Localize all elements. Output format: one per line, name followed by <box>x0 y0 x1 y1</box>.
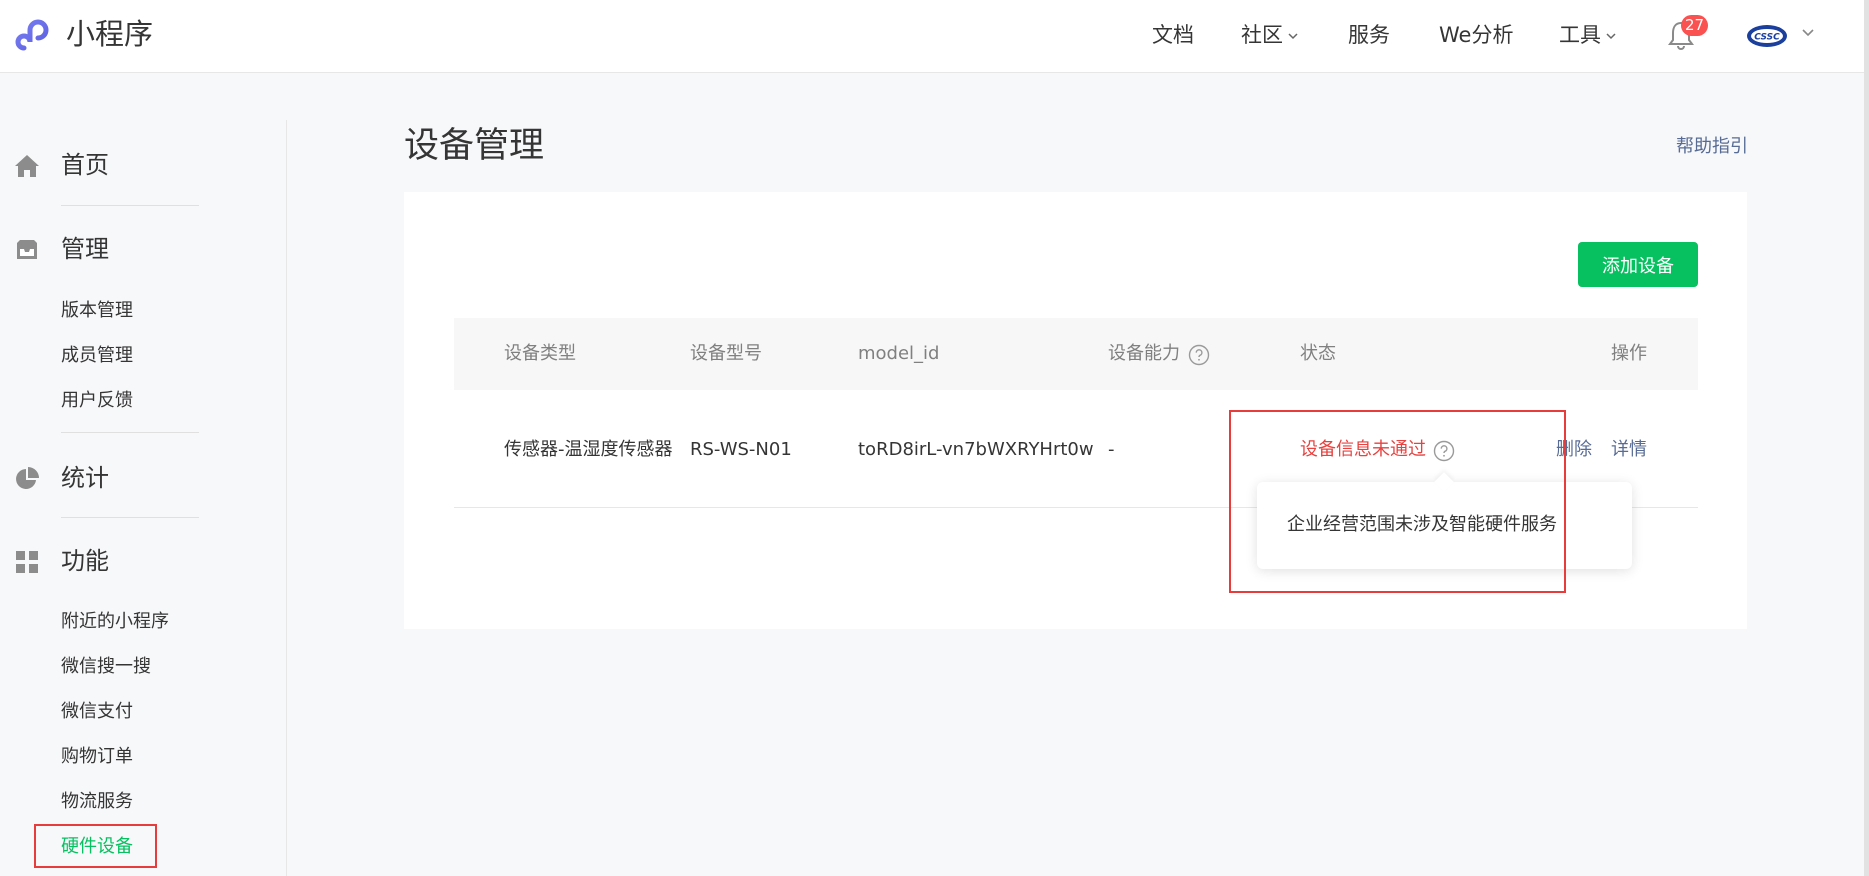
nav-tools[interactable]: 工具 <box>1559 20 1618 50</box>
details-link[interactable]: 详情 <box>1611 437 1647 463</box>
column-header-model-id: model_id <box>858 343 940 364</box>
page-scrollbar[interactable] <box>1864 0 1869 876</box>
nav-community[interactable]: 社区 <box>1241 20 1300 50</box>
cell-model-id: toRD8irL-vn7bWXRYHrt0w <box>858 439 1094 460</box>
chevron-down-icon <box>1288 33 1298 40</box>
sidebar-section-label: 管理 <box>61 235 109 263</box>
cell-device-type: 传感器-温湿度传感器 <box>504 439 673 460</box>
avatar-text: CSSC <box>1754 33 1780 43</box>
sidebar-item-version-management[interactable]: 版本管理 <box>61 298 133 324</box>
sidebar-item-wechat-pay[interactable]: 微信支付 <box>61 699 133 725</box>
column-header-model: 设备型号 <box>690 343 762 364</box>
column-header-capability: 设备能力 <box>1108 343 1180 364</box>
nav-tools-label: 工具 <box>1559 23 1601 47</box>
table-header <box>454 318 1698 390</box>
annotation-highlight-status <box>1229 410 1566 593</box>
annotation-highlight-sidebar <box>34 824 157 868</box>
sidebar-section-label: 首页 <box>61 151 109 179</box>
cell-device-model: RS-WS-N01 <box>690 439 792 460</box>
sidebar-item-wechat-search[interactable]: 微信搜一搜 <box>61 654 151 680</box>
sidebar-divider <box>286 120 287 876</box>
account-avatar[interactable]: CSSC <box>1746 24 1788 48</box>
help-guide-link[interactable]: 帮助指引 <box>1676 134 1748 160</box>
sidebar-divider-line <box>61 205 199 206</box>
sidebar-section-label: 统计 <box>61 464 109 492</box>
sidebar-item-user-feedback[interactable]: 用户反馈 <box>61 388 133 414</box>
sidebar-item-shopping-orders[interactable]: 购物订单 <box>61 744 133 770</box>
miniprogram-logo-icon[interactable] <box>14 14 54 54</box>
home-icon <box>15 155 39 177</box>
add-device-button[interactable]: 添加设备 <box>1578 242 1698 287</box>
sidebar-divider-line <box>61 432 199 433</box>
column-header-actions: 操作 <box>1611 343 1647 364</box>
notification-badge: 27 <box>1681 15 1709 36</box>
sidebar-item-logistics[interactable]: 物流服务 <box>61 789 133 815</box>
nav-we-analytics[interactable]: We分析 <box>1439 20 1513 50</box>
capability-help-icon[interactable] <box>1188 344 1210 366</box>
sidebar-divider-line <box>61 517 199 518</box>
sidebar-section-label: 功能 <box>61 547 109 575</box>
nav-services[interactable]: 服务 <box>1348 20 1390 50</box>
brand-title[interactable]: 小程序 <box>66 14 153 54</box>
pie-chart-icon <box>16 467 39 489</box>
nav-community-label: 社区 <box>1241 23 1283 47</box>
column-header-type: 设备类型 <box>504 343 576 364</box>
chevron-down-icon <box>1606 33 1616 40</box>
column-header-status: 状态 <box>1300 343 1336 364</box>
sidebar-item-member-management[interactable]: 成员管理 <box>61 343 133 369</box>
sidebar-item-nearby-miniprograms[interactable]: 附近的小程序 <box>61 609 169 635</box>
sidebar <box>0 72 286 876</box>
page-title: 设备管理 <box>404 126 545 166</box>
grid-icon <box>16 551 38 573</box>
cell-capability: - <box>1108 439 1115 460</box>
inbox-icon <box>17 240 37 259</box>
account-chevron-down-icon[interactable] <box>1800 24 1816 40</box>
nav-docs[interactable]: 文档 <box>1152 20 1194 50</box>
